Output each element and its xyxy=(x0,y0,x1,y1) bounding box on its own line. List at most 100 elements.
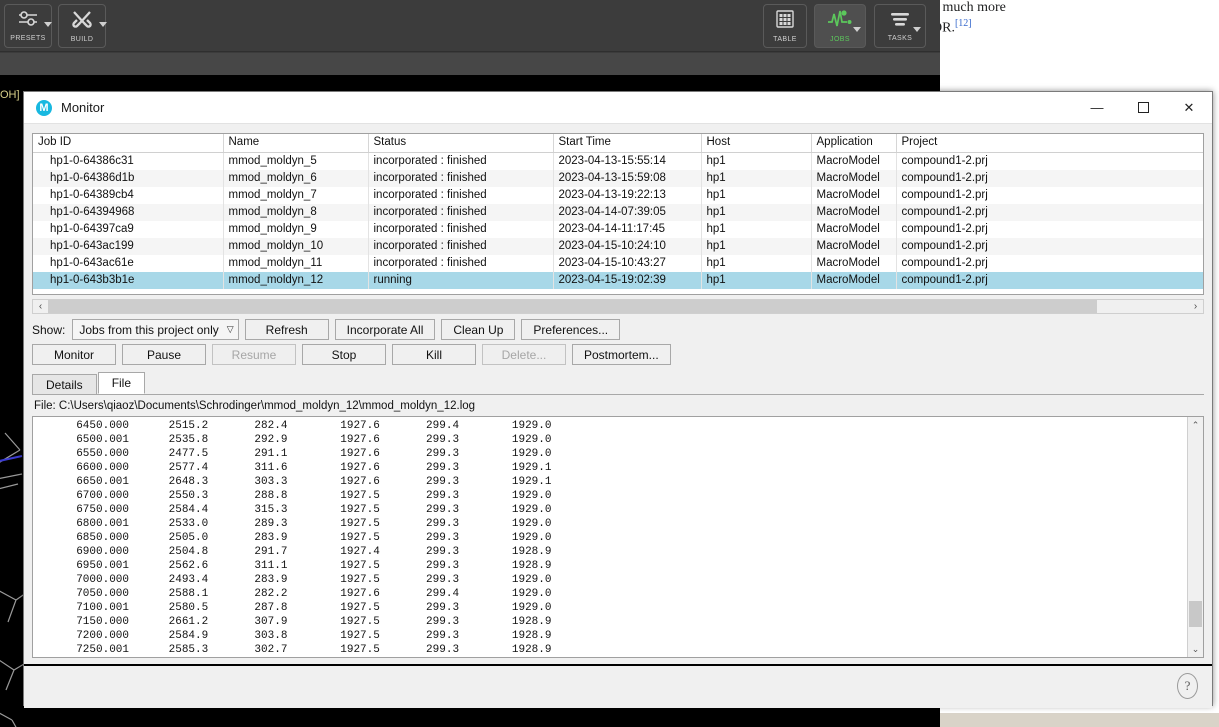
close-icon[interactable]: ✕ xyxy=(1166,92,1212,124)
hscroll-right-arrow-icon[interactable]: › xyxy=(1188,300,1203,313)
log-line: 7050.000 2588.1 282.2 1927.6 299.4 1929.… xyxy=(63,588,552,600)
vscroll-track[interactable] xyxy=(1188,433,1203,641)
hscroll-thumb[interactable] xyxy=(48,300,1097,313)
table-row[interactable]: hp1-0-64394968 mmod_moldyn_8 incorporated … xyxy=(33,203,1203,221)
kill-button[interactable]: Kill xyxy=(392,344,476,365)
monitor-app-icon: M xyxy=(36,99,52,116)
cell-host: hp1 xyxy=(701,220,812,238)
cell-job-id: hp1-0-643ac61e xyxy=(33,254,224,272)
stop-button[interactable]: Stop xyxy=(302,344,386,365)
vscroll-down-arrow-icon[interactable]: ⌄ xyxy=(1188,641,1203,657)
cell-job-id: hp1-0-64389cb4 xyxy=(33,186,224,204)
chevron-down-icon: ▽ xyxy=(226,324,234,334)
monitor-body: Job ID Name Status Start Time Host Appli… xyxy=(24,124,1212,708)
cell-host: hp1 xyxy=(701,254,812,272)
vscroll-thumb[interactable] xyxy=(1189,601,1202,627)
build-caret-icon[interactable] xyxy=(99,22,107,27)
citation-reference[interactable]: [12] xyxy=(955,18,972,29)
log-vscrollbar[interactable]: ⌃ ⌄ xyxy=(1187,417,1203,657)
cell-project: compound1-2.prj xyxy=(896,237,1203,255)
postmortem-button[interactable]: Postmortem... xyxy=(572,344,671,365)
tasks-button[interactable]: TASKS xyxy=(874,4,926,48)
log-line: 6650.001 2648.3 303.3 1927.6 299.3 1929.… xyxy=(63,476,552,488)
table-row[interactable]: hp1-0-643ac199 mmod_moldyn_10 incorporated… xyxy=(33,237,1203,255)
log-line: 7250.001 2585.3 302.7 1927.5 299.3 1928.… xyxy=(63,644,552,656)
column-header-host[interactable]: Host xyxy=(701,134,812,153)
log-line: 6950.001 2562.6 311.1 1927.5 299.3 1928.… xyxy=(63,560,552,572)
resume-button: Resume xyxy=(212,344,296,365)
jobs-caret-icon[interactable] xyxy=(853,27,861,32)
cell-name: mmod_moldyn_10 xyxy=(223,237,369,255)
maestro-secondary-strip xyxy=(0,53,940,75)
table-row[interactable]: hp1-0-643b3b1e mmod_moldyn_12 running 2023-… xyxy=(33,271,1203,289)
job-actions-row: Monitor Pause Resume Stop Kill Delete...… xyxy=(32,344,1204,365)
background-doc-line-1: y much more xyxy=(932,0,1006,15)
monitor-button[interactable]: Monitor xyxy=(32,344,116,365)
cell-status: incorporated : finished xyxy=(368,203,554,221)
jobs-table-hscrollbar[interactable]: ‹ › xyxy=(32,299,1204,314)
table-row[interactable]: hp1-0-64386d1b mmod_moldyn_6 incorporated … xyxy=(33,169,1203,187)
hscroll-left-arrow-icon[interactable]: ‹ xyxy=(33,300,48,313)
cell-job-id: hp1-0-643ac199 xyxy=(33,237,224,255)
cell-host: hp1 xyxy=(701,203,812,221)
jobs-button[interactable]: JOBS xyxy=(814,4,866,48)
cell-application: MacroModel xyxy=(811,203,897,221)
hscroll-track[interactable] xyxy=(48,300,1188,313)
cell-application: MacroModel xyxy=(811,237,897,255)
cell-name: mmod_moldyn_5 xyxy=(223,152,369,170)
cell-start-time: 2023-04-13-19:22:13 xyxy=(553,186,702,204)
screen: y much more OR.[12] PRESETS BUILD TABLE … xyxy=(0,0,1219,727)
cell-start-time: 2023-04-15-10:43:27 xyxy=(553,254,702,272)
cell-host: hp1 xyxy=(701,169,812,187)
jobs-table: Job ID Name Status Start Time Host Appli… xyxy=(33,134,1203,289)
column-header-start-time[interactable]: Start Time xyxy=(553,134,702,153)
cell-host: hp1 xyxy=(701,186,812,204)
column-header-name[interactable]: Name xyxy=(223,134,369,153)
help-button[interactable]: ? xyxy=(1177,673,1198,699)
cell-name: mmod_moldyn_8 xyxy=(223,203,369,221)
cell-start-time: 2023-04-14-11:17:45 xyxy=(553,220,702,238)
cell-status: incorporated : finished xyxy=(368,169,554,187)
minimize-icon[interactable]: — xyxy=(1074,92,1120,124)
table-button[interactable]: TABLE xyxy=(763,4,807,48)
column-header-job-id[interactable]: Job ID xyxy=(33,134,224,153)
cell-project: compound1-2.prj xyxy=(896,271,1203,289)
cell-application: MacroModel xyxy=(811,220,897,238)
tab-details[interactable]: Details xyxy=(32,374,97,394)
incorporate-all-button[interactable]: Incorporate All xyxy=(334,319,436,340)
cell-name: mmod_moldyn_9 xyxy=(223,220,369,238)
clean-up-button[interactable]: Clean Up xyxy=(441,319,516,340)
cell-project: compound1-2.prj xyxy=(901,188,988,201)
monitor-titlebar[interactable]: M Monitor — ✕ xyxy=(24,92,1212,124)
jobs-table-body: hp1-0-64386c31 mmod_moldyn_5 incorporated … xyxy=(33,152,1203,289)
table-row[interactable]: hp1-0-64389cb4 mmod_moldyn_7 incorporated … xyxy=(33,186,1203,204)
window-title: Monitor xyxy=(61,100,105,115)
presets-caret-icon[interactable] xyxy=(44,22,52,27)
pause-button[interactable]: Pause xyxy=(122,344,206,365)
show-filter-select[interactable]: Jobs from this project only ▽ xyxy=(72,319,239,340)
cell-job-id: hp1-0-64386d1b xyxy=(33,169,224,187)
cell-application: MacroModel xyxy=(811,152,897,170)
column-header-status[interactable]: Status xyxy=(368,134,554,153)
monitor-dialog: M Monitor — ✕ Job ID Name Status Start T… xyxy=(23,91,1213,708)
taskbar-strip xyxy=(940,713,1219,727)
vscroll-up-arrow-icon[interactable]: ⌃ xyxy=(1188,417,1203,433)
preferences-button[interactable]: Preferences... xyxy=(521,319,621,340)
log-viewer[interactable]: 6450.000 2515.2 282.4 1927.6 299.4 1929.… xyxy=(32,416,1204,658)
jobs-table-container[interactable]: Job ID Name Status Start Time Host Appli… xyxy=(32,133,1204,295)
table-row[interactable]: hp1-0-64397ca9 mmod_moldyn_9 incorporated … xyxy=(33,220,1203,238)
tab-file[interactable]: File xyxy=(97,372,146,394)
column-header-project[interactable]: Project xyxy=(896,134,1203,153)
cell-start-time: 2023-04-14-07:39:05 xyxy=(553,203,702,221)
show-label: Show: xyxy=(32,322,66,337)
table-row[interactable]: hp1-0-64386c31 mmod_moldyn_5 incorporated … xyxy=(33,152,1203,170)
column-header-application[interactable]: Application xyxy=(811,134,897,153)
tasks-caret-icon[interactable] xyxy=(913,27,921,32)
stacked-bars-icon xyxy=(888,10,912,33)
table-row[interactable]: hp1-0-643ac61e mmod_moldyn_11 incorporated… xyxy=(33,254,1203,272)
log-line: 6450.000 2515.2 282.4 1927.6 299.4 1929.… xyxy=(63,420,552,432)
grid-table-icon xyxy=(775,9,795,34)
wrench-screwdriver-icon xyxy=(71,9,93,34)
refresh-button[interactable]: Refresh xyxy=(244,319,329,340)
maximize-icon[interactable] xyxy=(1120,92,1166,124)
